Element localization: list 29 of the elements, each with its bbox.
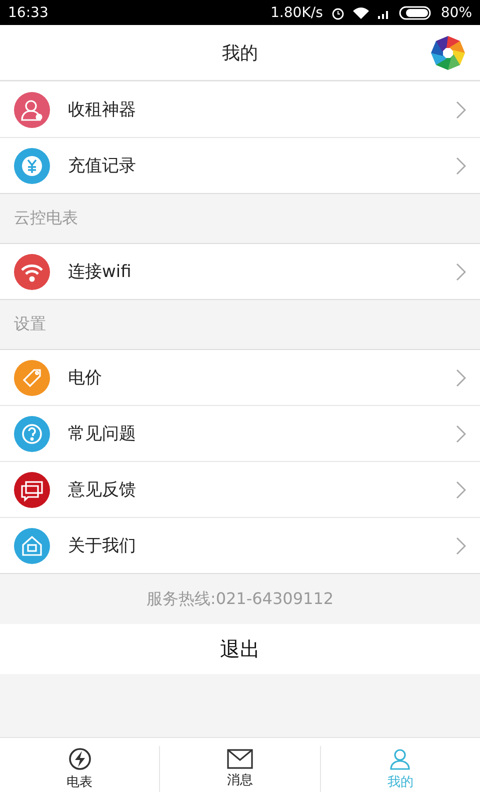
chevron-icon xyxy=(456,480,466,498)
menu-row[interactable]: 常见问题 xyxy=(0,405,480,461)
status-time: 16:33 xyxy=(8,4,48,20)
network-speed: 1.80K/s xyxy=(270,4,323,20)
logo-icon xyxy=(430,35,466,71)
menu-row[interactable]: 意见反馈 xyxy=(0,461,480,517)
tab[interactable]: 消息 xyxy=(159,746,320,792)
chevron-icon xyxy=(456,262,466,280)
menu-row[interactable]: 关于我们 xyxy=(0,517,480,573)
hotline-text: 服务热线:021-64309112 xyxy=(146,588,334,610)
envelope-icon xyxy=(226,749,253,769)
chevron-icon xyxy=(456,100,466,118)
battery-icon xyxy=(398,6,433,20)
chevron-icon xyxy=(456,424,466,442)
menu-row[interactable]: 电价 xyxy=(0,350,480,405)
menu-row[interactable]: 充值记录 xyxy=(0,137,480,193)
person-icon xyxy=(388,747,412,771)
chevron-icon xyxy=(456,368,466,386)
battery-percent: 80% xyxy=(440,4,472,20)
lightning-icon xyxy=(68,747,92,771)
tab[interactable]: 电表 xyxy=(0,746,160,792)
menu-row[interactable]: 连接wifi xyxy=(0,244,480,299)
chevron-icon xyxy=(456,156,466,174)
page-title: 我的 xyxy=(222,42,258,64)
wifi-icon xyxy=(352,6,369,18)
logout-button[interactable]: 退出 xyxy=(0,624,480,674)
alarm-icon xyxy=(330,6,345,20)
menu-row[interactable]: 收租神器 xyxy=(0,82,480,137)
chevron-icon xyxy=(456,536,466,554)
